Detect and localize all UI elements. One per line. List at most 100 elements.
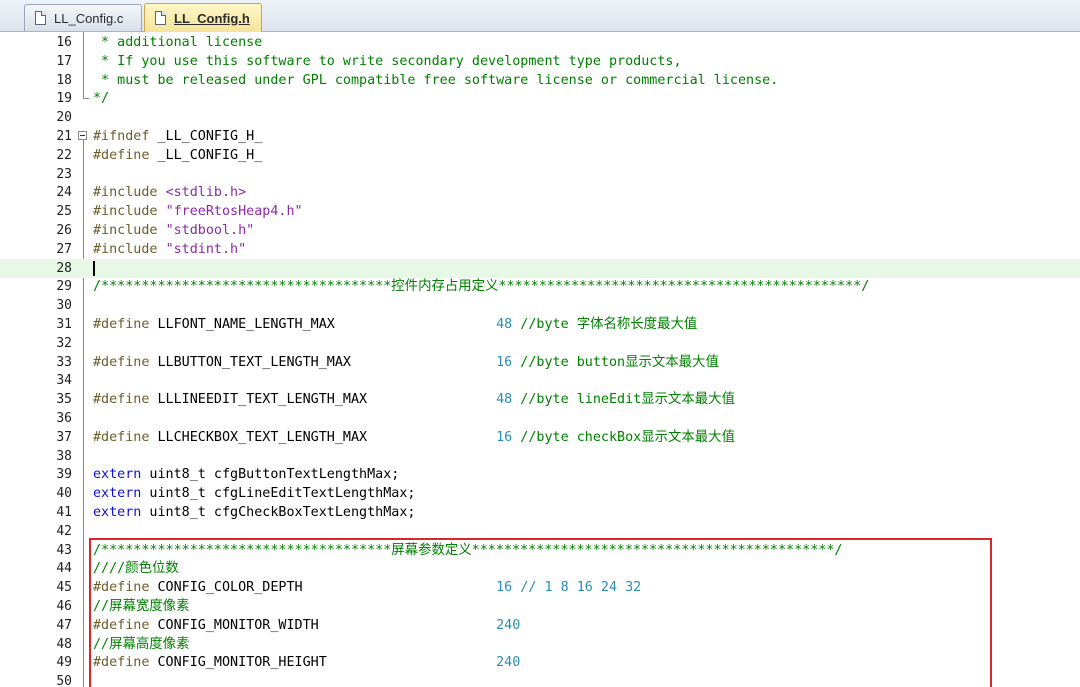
code-line[interactable]: 45 #define CONFIG_COLOR_DEPTH 16 // 1 8 1… [0, 578, 1080, 597]
code-token: #define [93, 317, 150, 332]
code-line[interactable]: 47 #define CONFIG_MONITOR_WIDTH 240 [0, 616, 1080, 635]
code-line[interactable]: 42 [0, 522, 1080, 541]
code-line[interactable]: 30 [0, 296, 1080, 315]
code-line[interactable]: 25 #include "freeRtosHeap4.h" [0, 202, 1080, 221]
code-text: #define LLFONT_NAME_LENGTH_MAX 48 //byte… [93, 315, 697, 334]
code-line[interactable]: 26 #include "stdbool.h" [0, 221, 1080, 240]
code-token: #define [93, 429, 150, 445]
code-line[interactable]: 50 [0, 672, 1080, 687]
code-text: #define _LL_CONFIG_H_ [93, 146, 262, 165]
code-line[interactable]: 18 * must be released under GPL compatib… [0, 71, 1080, 90]
code-token: 颜色位数 [125, 561, 179, 577]
code-line[interactable]: 49 #define CONFIG_MONITOR_HEIGHT 240 [0, 653, 1080, 672]
code-line[interactable]: 33 #define LLBUTTON_TEXT_LENGTH_MAX 16 //… [0, 353, 1080, 372]
line-number: 38 [56, 448, 72, 464]
code-line[interactable]: 43 /************************************屏… [0, 541, 1080, 560]
code-token: //byte lineEdit [512, 392, 642, 408]
code-text: ////颜色位数 [93, 559, 179, 578]
line-number: 42 [56, 523, 72, 539]
code-line[interactable]: 29 /************************************控… [0, 277, 1080, 296]
line-number: 40 [56, 486, 72, 502]
code-token: #ifndef [93, 129, 150, 144]
code-token: LLCHECKBOX_TEXT_LENGTH_MAX [149, 429, 497, 445]
code-editor[interactable]: 16 * additional license 17 * If you use t… [0, 32, 1080, 687]
tab-label: LL_Config.c [54, 10, 124, 26]
line-number: 31 [56, 317, 72, 332]
line-number: 30 [56, 298, 72, 314]
tab-ll-config-h[interactable]: LL_Config.h [144, 3, 262, 32]
line-number: 18 [56, 72, 72, 88]
code-line[interactable]: 46 //屏幕宽度像素 [0, 597, 1080, 616]
code-line[interactable]: 41 extern uint8_t cfgCheckBoxTextLengthMa… [0, 503, 1080, 522]
line-number: 24 [56, 185, 72, 201]
code-line[interactable]: 24 #include <stdlib.h> [0, 183, 1080, 202]
code-text: #define CONFIG_MONITOR_WIDTH 240 [93, 616, 520, 635]
code-token: 显示文本最大值 [625, 354, 719, 370]
code-token: * If you use this software to write seco… [93, 53, 682, 69]
code-line[interactable]: 38 [0, 447, 1080, 466]
code-line[interactable]: 23 [0, 165, 1080, 184]
line-number: 47 [56, 617, 72, 633]
code-token: 48 [496, 392, 513, 408]
code-text: #define LLBUTTON_TEXT_LENGTH_MAX 16 //by… [93, 353, 719, 372]
code-line[interactable]: 20 [0, 108, 1080, 127]
code-line[interactable]: 35 #define LLLINEEDIT_TEXT_LENGTH_MAX 48 … [0, 390, 1080, 409]
code-line[interactable]: 37 #define LLCHECKBOX_TEXT_LENGTH_MAX 16 … [0, 428, 1080, 447]
code-token: 屏幕高度像素 [109, 636, 190, 652]
tab-label: LL_Config.h [174, 10, 250, 26]
code-token: 240 [496, 617, 521, 633]
code-token: extern [93, 486, 142, 502]
code-text: #define CONFIG_COLOR_DEPTH 16 // 1 8 16 … [93, 578, 641, 597]
line-number: 37 [56, 429, 72, 445]
code-token: #define [93, 147, 150, 163]
code-line[interactable]: 31 #define LLFONT_NAME_LENGTH_MAX 48 //by… [0, 315, 1080, 334]
code-token: CONFIG_MONITOR_HEIGHT [149, 655, 497, 671]
line-number: 17 [56, 53, 72, 69]
code-text: #ifndef _LL_CONFIG_H_ [93, 127, 262, 146]
code-token: * additional license [93, 35, 263, 50]
code-token: ****************************************… [471, 542, 843, 558]
code-text: #include "stdint.h" [93, 240, 246, 259]
line-number: 32 [56, 335, 72, 351]
code-token: uint8_t cfgCheckBoxTextLengthMax; [141, 505, 416, 520]
line-number: 36 [56, 411, 72, 426]
code-token: 显示文本最大值 [641, 392, 735, 408]
code-line[interactable]: 27 #include "stdint.h" [0, 240, 1080, 259]
code-token: /************************************ [93, 279, 392, 295]
code-token: 屏幕宽度像素 [109, 599, 190, 614]
line-number: 34 [56, 373, 72, 389]
line-number: 19 [56, 91, 72, 107]
code-token: 240 [496, 655, 521, 671]
code-token: extern [93, 505, 142, 520]
code-line[interactable]: 21 #ifndef _LL_CONFIG_H_ [0, 127, 1080, 146]
code-token: */ [93, 91, 110, 107]
tab-ll-config-c[interactable]: LL_Config.c [24, 4, 142, 31]
code-line[interactable]: 44 ////颜色位数 [0, 559, 1080, 578]
code-line[interactable]: 40 extern uint8_t cfgLineEditTextLengthMa… [0, 484, 1080, 503]
code-token: #include [93, 185, 158, 201]
code-token: 16 [496, 354, 513, 370]
tab-bar: LL_Config.c LL_Config.h [0, 0, 1080, 32]
code-token: #define [93, 354, 150, 370]
code-line[interactable]: 48 //屏幕高度像素 [0, 635, 1080, 654]
code-line[interactable]: 32 [0, 334, 1080, 353]
line-number: 28 [56, 260, 72, 276]
code-token: "stdbool.h" [165, 223, 255, 238]
code-line[interactable]: 34 [0, 371, 1080, 390]
code-line[interactable]: 16 * additional license [0, 33, 1080, 52]
code-line[interactable]: 19 */ [0, 89, 1080, 108]
code-token: <stdlib.h> [165, 185, 247, 201]
code-token: 16 [496, 580, 513, 596]
code-line[interactable]: 28 [0, 258, 1080, 278]
code-token: CONFIG_COLOR_DEPTH [149, 580, 497, 596]
code-token: //byte checkBox [512, 429, 642, 445]
code-line[interactable]: 36 [0, 409, 1080, 428]
code-line[interactable]: 22 #define _LL_CONFIG_H_ [0, 146, 1080, 165]
code-token: #define [93, 392, 150, 408]
code-line[interactable]: 39 extern uint8_t cfgButtonTextLengthMax; [0, 465, 1080, 484]
code-token: //byte [512, 317, 577, 332]
code-token: uint8_t cfgLineEditTextLengthMax; [141, 486, 416, 502]
code-token: // [93, 636, 110, 652]
code-line[interactable]: 17 * If you use this software to write s… [0, 52, 1080, 71]
